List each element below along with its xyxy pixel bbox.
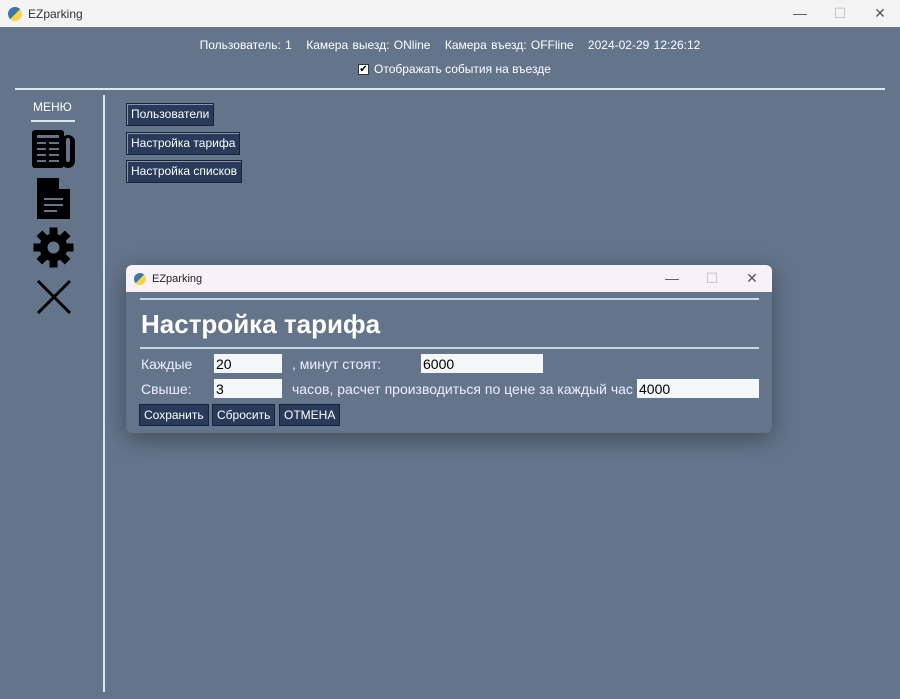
dialog-heading: Настройка тарифа (141, 309, 381, 339)
datetime: 2024-02-29 12:26:12 (587, 38, 701, 52)
reset-button[interactable]: Сбросить (212, 404, 276, 426)
list-settings-button[interactable]: Настройка списков (126, 160, 243, 183)
dialog-close-button[interactable]: ✕ (732, 265, 772, 292)
dialog-maximize-button[interactable]: ☐ (692, 265, 732, 292)
hour-price-input[interactable] (637, 379, 759, 398)
app-logo-icon (134, 272, 146, 285)
checkbox-mark[interactable]: ✔ (358, 63, 369, 75)
checkbox-label: Отображать события на въезде (374, 62, 551, 76)
minutes-cost-label: , минут стоят: (292, 356, 382, 372)
close-button[interactable]: ✕ (860, 0, 900, 27)
newspaper-icon[interactable] (31, 129, 77, 169)
divider (140, 298, 759, 300)
app-title: EZparking (28, 6, 83, 21)
show-entry-events-checkbox[interactable]: ✔ Отображать события на въезде (358, 62, 551, 76)
hours-label: часов, расчет производиться по цене за к… (292, 381, 633, 397)
entry-camera-status: Камера въезд: OFFline (444, 38, 574, 52)
divider (15, 88, 885, 90)
status-bar: Пользователь: 1 Камера выезд: ONline Кам… (0, 38, 900, 52)
maximize-button[interactable]: ☐ (820, 0, 860, 27)
menu-title: МЕНЮ (33, 100, 72, 114)
dialog-title: EZparking (152, 272, 203, 285)
tariff-dialog: EZparking — ☐ ✕ Настройка тарифа Каждые … (126, 265, 772, 433)
divider (103, 95, 105, 692)
cancel-button[interactable]: ОТМЕНА (279, 404, 341, 426)
close-icon[interactable] (36, 279, 72, 315)
app-titlebar: EZparking — ☐ ✕ (0, 0, 900, 27)
dialog-minimize-button[interactable]: — (652, 265, 692, 292)
app-logo-icon (8, 6, 22, 21)
minutes-cost-input[interactable] (421, 354, 543, 373)
every-label: Каждые (141, 356, 193, 372)
exit-camera-status: Камера выезд: ONline (306, 38, 431, 52)
over-hours-input[interactable] (214, 379, 282, 398)
divider (31, 120, 75, 122)
divider (140, 347, 759, 349)
users-button[interactable]: Пользователи (126, 103, 215, 126)
user-status: Пользователь: 1 (199, 38, 292, 52)
tariff-settings-button[interactable]: Настройка тарифа (126, 132, 241, 155)
over-label: Свыше: (141, 381, 192, 397)
gear-icon[interactable] (33, 227, 74, 268)
every-minutes-input[interactable] (214, 354, 282, 373)
minimize-button[interactable]: — (780, 0, 820, 27)
save-button[interactable]: Сохранить (139, 404, 209, 426)
dialog-titlebar: EZparking — ☐ ✕ (126, 265, 772, 292)
document-icon[interactable] (37, 178, 70, 219)
